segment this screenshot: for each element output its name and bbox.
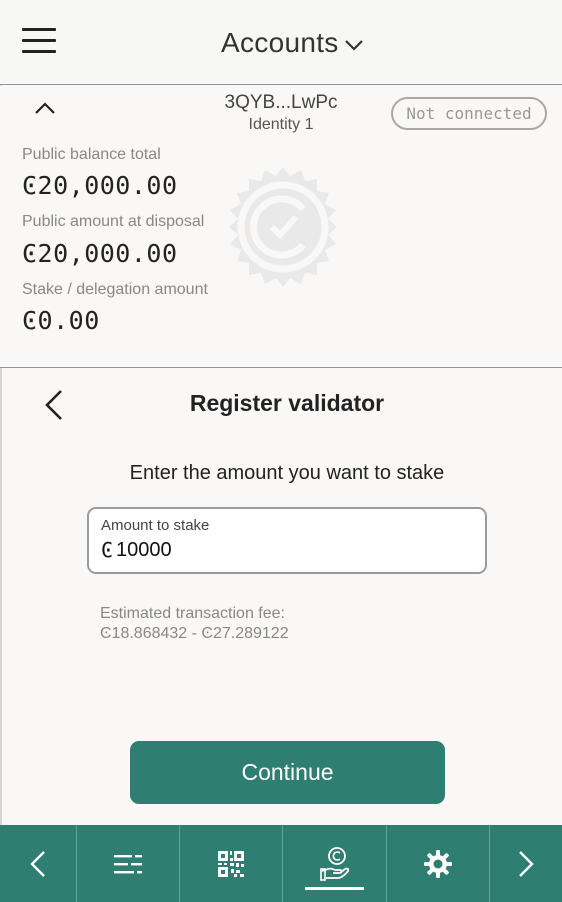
register-validator-title: Register validator [189,390,385,416]
amount-value: 10000 [116,538,172,561]
app-header: Accounts [0,0,562,85]
page-title-accounts: Accounts [221,27,339,58]
public-balance-value: Ͼ20,000.00 [22,171,178,200]
disposal-label: Public amount at disposal [22,213,205,230]
connection-status-badge: Not connected [391,97,547,130]
fee-label: Estimated transaction fee: [100,605,285,622]
list-icon [114,854,142,873]
amount-to-stake-input[interactable]: Amount to stake Ͼ 10000 [87,507,487,574]
continue-button[interactable]: Continue [130,741,445,804]
stake-label: Stake / delegation amount [22,281,208,298]
chevron-down-icon [344,40,363,51]
stake-prompt: Enter the amount you want to stake [129,462,445,484]
account-card: 3QYB...LwPc Identity 1 Not connected Pub… [0,86,562,368]
nav-qr-button[interactable] [180,825,283,902]
nav-list-button[interactable] [77,825,180,902]
nav-next-button[interactable] [490,825,562,902]
nav-settings-button[interactable] [387,825,490,902]
hamburger-menu-icon[interactable] [22,27,56,55]
qr-code-icon [218,850,244,877]
stake-value: Ͼ0.00 [22,306,100,335]
gear-icon [424,849,452,878]
ccd-currency-symbol: Ͼ [101,538,114,562]
concordium-seal-watermark-icon [229,167,337,287]
accounts-dropdown[interactable]: Accounts [221,26,365,60]
chevron-left-icon [30,850,45,877]
fee-range-value: Ͼ18.868432 - Ͼ27.289122 [100,625,289,642]
amount-field-label: Amount to stake [101,517,210,534]
public-balance-label: Public balance total [22,146,161,163]
disposal-value: Ͼ20,000.00 [22,239,178,268]
nav-stake-button[interactable] [283,825,387,902]
nav-prev-button[interactable] [0,825,77,902]
bottom-navigation [0,825,562,902]
stake-hand-coin-icon [319,846,349,881]
chevron-right-icon [519,850,534,877]
